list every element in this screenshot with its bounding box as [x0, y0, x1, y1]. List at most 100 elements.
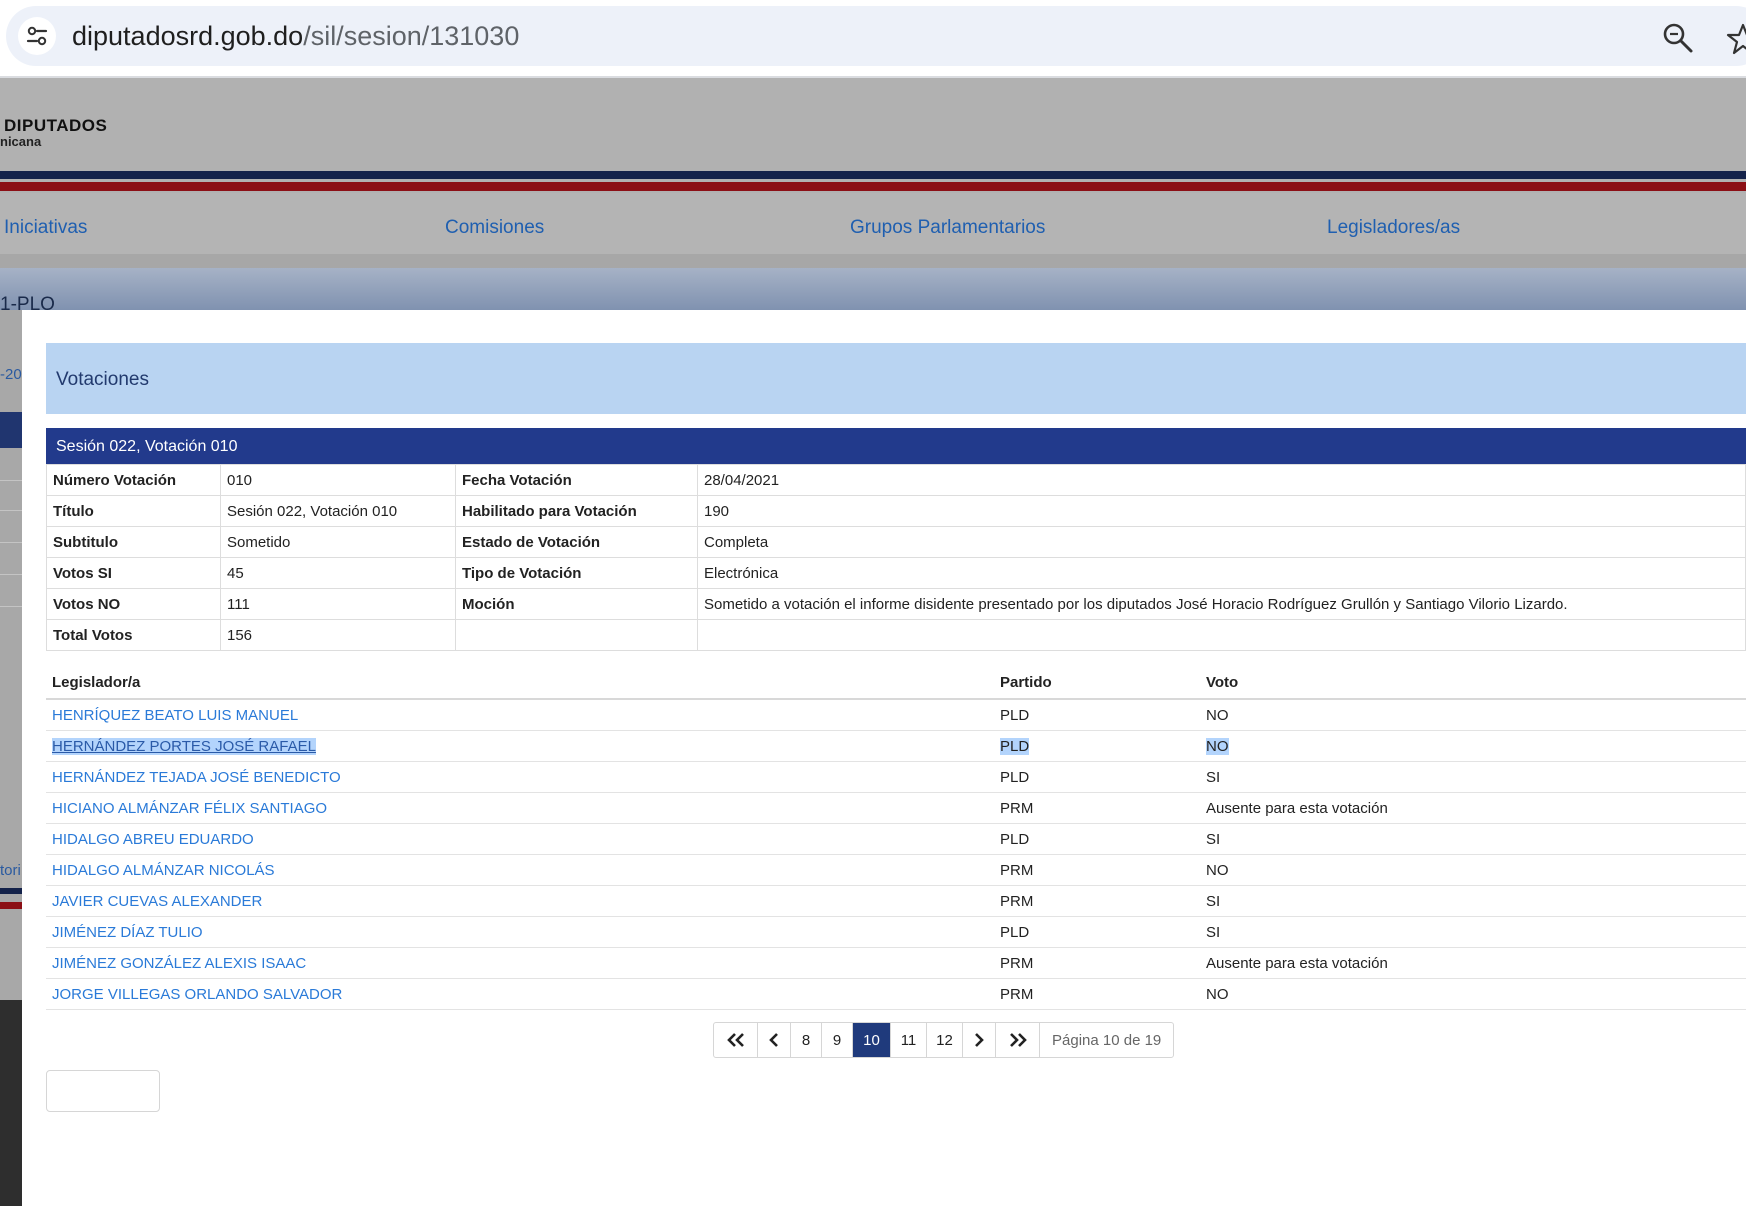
page-10-button[interactable]: 10 — [853, 1023, 891, 1057]
detail-label: Estado de Votación — [455, 526, 698, 558]
vote-value: SI — [1206, 830, 1221, 848]
panel-title: Votaciones — [56, 369, 149, 390]
party-value: PLD — [1000, 737, 1030, 755]
party-value: PRM — [1000, 954, 1034, 972]
prev-page-icon — [769, 1033, 778, 1047]
page-8-button[interactable]: 8 — [791, 1023, 822, 1057]
zoom-icon[interactable] — [1660, 20, 1696, 56]
detail-label: Título — [46, 495, 221, 527]
legislator-cell: HENRÍQUEZ BEATO LUIS MANUEL — [46, 699, 994, 731]
party-value: PLD — [1000, 923, 1030, 941]
legislator-link[interactable]: JAVIER CUEVAS ALEXANDER — [52, 893, 262, 910]
background-line — [0, 542, 22, 543]
nav-item-iniciativas[interactable]: Iniciativas — [4, 217, 87, 239]
vote-cell: SI — [1200, 885, 1746, 917]
detail-label: Votos SI — [46, 557, 221, 589]
legislator-cell: JORGE VILLEGAS ORLANDO SALVADOR — [46, 978, 994, 1010]
last-page-button[interactable] — [996, 1023, 1040, 1057]
detail-row: Votos NO 111 Moción Sometido a votación el … — [46, 588, 1746, 620]
party-value: PLD — [1000, 830, 1030, 848]
vote-value: SI — [1206, 768, 1221, 786]
vote-value: SI — [1206, 892, 1221, 910]
page-12-button[interactable]: 12 — [927, 1023, 963, 1057]
legislator-link[interactable]: JIMÉNEZ GONZÁLEZ ALEXIS ISAAC — [52, 955, 306, 972]
site-logo-title[interactable]: DIPUTADOS — [4, 116, 107, 136]
detail-row: Subtitulo Sometido Estado de Votación Compl… — [46, 526, 1746, 558]
legislator-link[interactable]: HIDALGO ABREU EDUARDO — [52, 831, 254, 848]
legislator-cell: HIDALGO ABREU EDUARDO — [46, 823, 994, 855]
detail-label — [455, 619, 698, 651]
detail-value: Sometido a votación el informe disidente… — [697, 588, 1746, 620]
background-stripe-blue — [0, 888, 22, 894]
next-page-button[interactable] — [963, 1023, 996, 1057]
detail-label: Fecha Votación — [455, 464, 698, 496]
party-value: PLD — [1000, 768, 1030, 786]
legislator-link[interactable]: HICIANO ALMÁNZAR FÉLIX SANTIAGO — [52, 800, 327, 817]
table-row: HERNÁNDEZ PORTES JOSÉ RAFAEL PLD NO — [46, 730, 1746, 762]
nav-item-legisladores[interactable]: Legisladores/as — [1327, 217, 1460, 239]
legislator-link[interactable]: HERNÁNDEZ PORTES JOSÉ RAFAEL — [52, 737, 316, 755]
legislator-link[interactable]: JIMÉNEZ DÍAZ TULIO — [52, 924, 203, 941]
vote-cell: NO — [1200, 854, 1746, 886]
address-bar[interactable]: diputadosrd.gob.do/sil/sesion/131030 — [6, 6, 1746, 66]
legislator-link[interactable]: HERNÁNDEZ TEJADA JOSÉ BENEDICTO — [52, 769, 341, 786]
detail-value: 010 — [220, 464, 456, 496]
party-value: PRM — [1000, 861, 1034, 879]
detail-row: Votos SI 45 Tipo de Votación Electrónica — [46, 557, 1746, 589]
legislator-link[interactable]: HIDALGO ALMÁNZAR NICOLÁS — [52, 862, 275, 879]
table-row: HIDALGO ABREU EDUARDO PLD SI — [46, 823, 1746, 855]
legislator-cell: HICIANO ALMÁNZAR FÉLIX SANTIAGO — [46, 792, 994, 824]
party-cell: PRM — [994, 792, 1200, 824]
next-page-icon — [975, 1033, 984, 1047]
url-text[interactable]: diputadosrd.gob.do/sil/sesion/131030 — [72, 19, 519, 53]
column-header-partido[interactable]: Partido — [994, 666, 1200, 700]
main-nav: Iniciativas Comisiones Grupos Parlamenta… — [0, 193, 1746, 255]
background-line — [0, 510, 22, 511]
page-info: Página 10 de 19 — [1052, 1031, 1162, 1049]
first-page-button[interactable] — [714, 1023, 758, 1057]
party-value: PRM — [1000, 892, 1034, 910]
site-header: DIPUTADOS nicana — [0, 78, 1746, 193]
vote-title-bar: Sesión 022, Votación 010 — [46, 428, 1746, 464]
table-row: HERNÁNDEZ TEJADA JOSÉ BENEDICTO PLD SI — [46, 761, 1746, 793]
legislator-link[interactable]: JORGE VILLEGAS ORLANDO SALVADOR — [52, 986, 342, 1003]
nav-item-grupos-parlamentarios[interactable]: Grupos Parlamentarios — [850, 217, 1045, 239]
detail-value: 28/04/2021 — [697, 464, 1746, 496]
detail-label: Habilitado para Votación — [455, 495, 698, 527]
pagination: 8 9 10 11 12 Página 10 de 19 — [713, 1022, 1175, 1058]
page-number-list: 8 9 10 11 12 — [791, 1023, 963, 1057]
vote-value: NO — [1206, 706, 1229, 724]
prev-page-button[interactable] — [758, 1023, 791, 1057]
table-row: JAVIER CUEVAS ALEXANDER PRM SI — [46, 885, 1746, 917]
detail-value — [697, 619, 1746, 651]
party-cell: PLD — [994, 916, 1200, 948]
page-9-button[interactable]: 9 — [822, 1023, 853, 1057]
detail-value: Completa — [697, 526, 1746, 558]
legislator-cell: HERNÁNDEZ PORTES JOSÉ RAFAEL — [46, 730, 994, 762]
table-row: HENRÍQUEZ BEATO LUIS MANUEL PLD NO — [46, 699, 1746, 731]
background-banner: 1-PLO — [0, 268, 1746, 315]
vote-cell: SI — [1200, 823, 1746, 855]
vote-cell: NO — [1200, 730, 1746, 762]
detail-value: Sesión 022, Votación 010 — [220, 495, 456, 527]
table-row: JIMÉNEZ DÍAZ TULIO PLD SI — [46, 916, 1746, 948]
site-controls-icon[interactable] — [18, 17, 56, 55]
bookmark-star-icon[interactable] — [1726, 22, 1746, 56]
party-cell: PRM — [994, 885, 1200, 917]
page-11-button[interactable]: 11 — [891, 1023, 927, 1057]
legislator-cell: HERNÁNDEZ TEJADA JOSÉ BENEDICTO — [46, 761, 994, 793]
nav-item-comisiones[interactable]: Comisiones — [445, 217, 544, 239]
vote-value: NO — [1206, 861, 1229, 879]
vote-cell: NO — [1200, 978, 1746, 1010]
column-header-voto[interactable]: Voto — [1200, 666, 1746, 700]
nav-underbar — [0, 254, 1746, 268]
legislator-link[interactable]: HENRÍQUEZ BEATO LUIS MANUEL — [52, 707, 298, 724]
footer-button[interactable] — [46, 1070, 160, 1112]
table-row: HICIANO ALMÁNZAR FÉLIX SANTIAGO PRM Ausent… — [46, 792, 1746, 824]
legislator-cell: JIMÉNEZ GONZÁLEZ ALEXIS ISAAC — [46, 947, 994, 979]
column-header-legislador[interactable]: Legislador/a — [46, 666, 994, 700]
vote-value: NO — [1206, 737, 1229, 755]
vote-cell: NO — [1200, 699, 1746, 731]
detail-label: Votos NO — [46, 588, 221, 620]
last-page-icon — [1009, 1033, 1027, 1047]
